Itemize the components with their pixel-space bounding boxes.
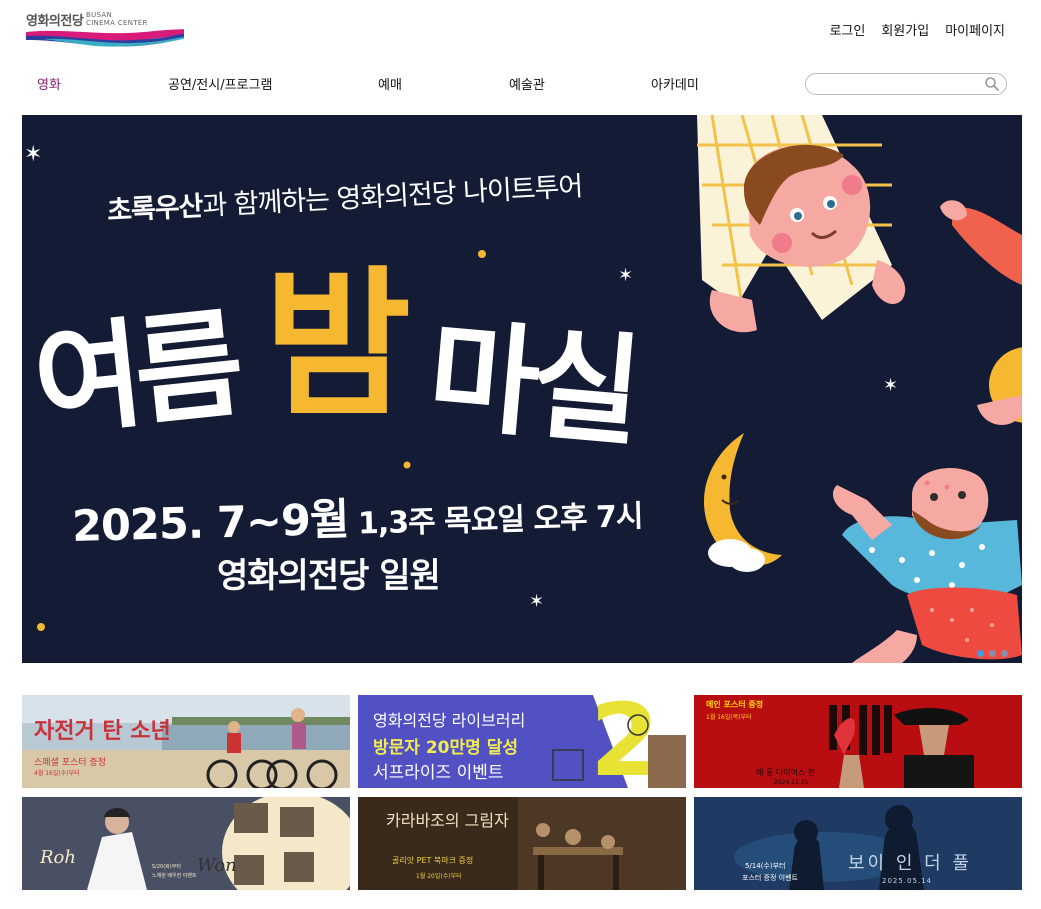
man-illustration (832, 467, 1022, 663)
nav-item-performance[interactable]: 공연/전시/프로그램 (168, 74, 272, 93)
hero-date-main: 2025. 7~9월 (71, 494, 350, 552)
promo-line: Roh (40, 847, 76, 868)
logo-english: BUSAN CINEMA CENTER (86, 11, 148, 27)
svg-text:✶: ✶ (883, 375, 898, 396)
promo-title: 보이 인 더 풀 (848, 853, 972, 874)
promo-line: 2024.12.25 (774, 779, 809, 786)
hero-subtitle-bold: 초록우산 (106, 191, 204, 227)
search-input[interactable] (816, 75, 986, 95)
hero-banner[interactable]: ✶ ✶ ✶ ✶ 초록우산과 함께하는 영화의전당 나이트투어 여름 밤 마실 2… (22, 115, 1022, 663)
promo-line: 노재원 배우전 이벤트 (152, 873, 197, 879)
promo-line: 방문자 20만명 달성 (373, 738, 518, 758)
main-nav: 영화 공연/전시/프로그램 예매 예술관 아카데미 (0, 74, 760, 94)
svg-text:✶: ✶ (529, 591, 544, 612)
nav-item-art-hall[interactable]: 예술관 (509, 74, 545, 93)
promo-thumbnail-roh-won[interactable]: Roh Won 5/20(화)부터 노재원 배우전 이벤트 (22, 797, 350, 890)
search-icon[interactable] (984, 76, 1000, 92)
hero-title: 여름 밤 마실 (32, 251, 639, 460)
promo-thumbnail-caravaggio[interactable]: 카라바조의 그림자 골리앗 PET 북마크 증정 1월 20일(수)부터 (358, 797, 686, 890)
promo-line: Won (197, 855, 237, 876)
promo-line: 5/20(화)부터 (152, 864, 181, 870)
mypage-link[interactable]: 마이페이지 (945, 20, 1005, 39)
hero-location: 영화의전당 일원 (217, 556, 441, 596)
promo-line: 서프라이즈 이벤트 (373, 763, 504, 783)
promo-line: 영화의전당 라이브러리 (373, 711, 526, 730)
hero-title-word-2: 밤 (264, 251, 409, 438)
carousel-dot-2[interactable] (989, 650, 996, 657)
carousel-dot-3[interactable] (1001, 650, 1008, 657)
moon-icon (703, 433, 782, 572)
nav-item-booking[interactable]: 예매 (378, 74, 402, 93)
utility-nav: 로그인 회원가입 마이페이지 (829, 20, 1005, 39)
promo-thumbnail-red-poster[interactable]: 메인 포스터 증정 1월 16일(목)부터 애 통 다이어스 전 2024.12… (694, 695, 1022, 788)
promo-line: 4월 16일(수)부터 (34, 770, 80, 777)
nav-item-academy[interactable]: 아카데미 (651, 74, 699, 93)
carousel-dots (977, 650, 1008, 657)
svg-text:✶: ✶ (24, 142, 42, 167)
promo-line: 골리앗 PET 북마크 증정 (392, 856, 474, 865)
promo-line: 스페셜 포스터 증정 (34, 758, 106, 768)
hero-title-word-3: 마실 (423, 306, 639, 460)
promo-title: 카라바조의 그림자 (386, 811, 509, 830)
promo-thumbnail-boy-in-the-pool[interactable]: 보이 인 더 풀 5/14(수)부터 포스터 증정 이벤트 2025.05.14 (694, 797, 1022, 890)
logo-en-line1: BUSAN (86, 11, 113, 19)
signup-link[interactable]: 회원가입 (881, 20, 929, 39)
promo-line: 5/14(수)부터 (745, 862, 786, 870)
promo-line: 애 통 다이어스 전 (756, 768, 816, 777)
promo-line: 포스터 증정 이벤트 (742, 874, 798, 882)
promo-line: 2025.05.14 (882, 877, 933, 885)
search-box (805, 73, 1007, 95)
logo-wave-icon (26, 29, 184, 47)
logo[interactable]: 영화의전당 BUSAN CINEMA CENTER (24, 8, 189, 52)
promo-thumbnail-library[interactable]: 2 영화의전당 라이브러리 방문자 20만명 달성 서프라이즈 이벤트 (358, 695, 686, 788)
carousel-dot-1[interactable] (977, 650, 984, 657)
hero-date-time: 1,3주 목요일 오후 7시 (348, 499, 643, 542)
promo-line: 메인 포스터 증정 (706, 700, 764, 709)
login-link[interactable]: 로그인 (829, 20, 865, 39)
child-illustration (697, 115, 1022, 333)
nav-item-movie[interactable]: 영화 (37, 74, 61, 93)
promo-line: 1월 16일(목)부터 (706, 714, 752, 721)
promo-thumbnail-kid-with-bike[interactable]: 자전거 탄 소년 스페셜 포스터 증정 4월 16일(수)부터 (22, 695, 350, 788)
promo-line: 1월 20일(수)부터 (416, 873, 462, 880)
hero-title-word-1: 여름 (32, 294, 247, 453)
promo-title: 자전거 탄 소년 (34, 719, 171, 744)
